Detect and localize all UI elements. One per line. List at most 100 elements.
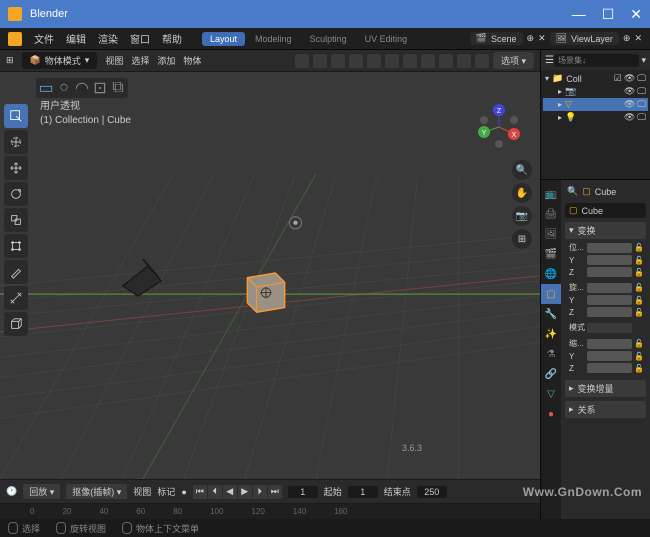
disable-icon[interactable]: 🖵 bbox=[637, 99, 646, 110]
delta-transform-header[interactable]: ▸变换增量 bbox=[565, 380, 646, 397]
disable-icon[interactable]: 🖵 bbox=[637, 86, 646, 97]
editor-type-icon[interactable]: ⊞ bbox=[6, 55, 14, 66]
outliner-collection-row[interactable]: ▾ 📁 Coll ☑👁🖵 bbox=[543, 72, 648, 85]
new-viewlayer-icon[interactable]: ⊕ bbox=[623, 33, 631, 44]
visibility-icon[interactable]: 👁 bbox=[624, 99, 635, 110]
visibility-icon[interactable]: 👁 bbox=[624, 86, 635, 97]
prop-tab-material[interactable]: ● bbox=[541, 404, 561, 424]
select-circle-icon[interactable]: ○ bbox=[56, 80, 72, 96]
timeline-keying[interactable]: 抠像(插帧) ▾ bbox=[66, 484, 127, 499]
remove-viewlayer-icon[interactable]: ✕ bbox=[634, 33, 642, 44]
lock-icon[interactable]: 🔓 bbox=[634, 283, 642, 292]
auto-keying-icon[interactable]: ● bbox=[181, 487, 186, 497]
menu-file[interactable]: 文件 bbox=[34, 31, 54, 46]
viewport-menu-select[interactable]: 选择 bbox=[131, 54, 149, 67]
disclosure-triangle-icon[interactable]: ▸ bbox=[558, 100, 562, 109]
prop-tab-scene[interactable]: 🎬 bbox=[541, 244, 561, 264]
tool-annotate[interactable] bbox=[4, 260, 28, 284]
prop-tab-output[interactable]: 🖨 bbox=[541, 204, 561, 224]
select-invert-icon[interactable]: ⧉ bbox=[110, 80, 126, 96]
menu-window[interactable]: 窗口 bbox=[130, 31, 150, 46]
new-scene-icon[interactable]: ⊕ bbox=[527, 33, 535, 44]
prop-tab-render[interactable]: 📺 bbox=[541, 184, 561, 204]
lock-icon[interactable]: 🔓 bbox=[634, 243, 642, 252]
tool-cursor[interactable] bbox=[4, 130, 28, 154]
tab-modeling[interactable]: Modeling bbox=[247, 32, 300, 46]
pivot-icon[interactable] bbox=[313, 54, 327, 68]
pan-icon[interactable]: ✋ bbox=[512, 183, 532, 203]
jump-end-icon[interactable]: ⏭ bbox=[268, 485, 282, 499]
tab-layout[interactable]: Layout bbox=[202, 32, 245, 46]
prop-tab-world[interactable]: 🌐 bbox=[541, 264, 561, 284]
tool-move[interactable] bbox=[4, 156, 28, 180]
cube-object[interactable] bbox=[238, 259, 294, 315]
camera-object[interactable] bbox=[113, 251, 173, 306]
jump-start-icon[interactable]: ⏮ bbox=[193, 485, 207, 499]
rotation-z-field[interactable] bbox=[587, 307, 632, 317]
viewlayer-selector[interactable]: 🖼 ViewLayer bbox=[550, 32, 619, 45]
blender-icon[interactable] bbox=[8, 32, 22, 46]
tool-add-cube[interactable] bbox=[4, 312, 28, 336]
menu-render[interactable]: 渲染 bbox=[98, 31, 118, 46]
tool-rotate[interactable] bbox=[4, 182, 28, 206]
zoom-icon[interactable]: 🔍 bbox=[512, 160, 532, 180]
prop-tab-object[interactable]: ▢ bbox=[541, 284, 561, 304]
prev-keyframe-icon[interactable]: ⏴ bbox=[208, 485, 222, 499]
orientation-icon[interactable] bbox=[295, 54, 309, 68]
prop-tab-particles[interactable]: ✨ bbox=[541, 324, 561, 344]
viewport-options[interactable]: 选项 ▾ bbox=[493, 52, 534, 69]
start-frame-field[interactable]: 1 bbox=[348, 486, 378, 498]
menu-edit[interactable]: 编辑 bbox=[66, 31, 86, 46]
disable-icon[interactable]: 🖵 bbox=[637, 73, 646, 84]
maximize-button[interactable]: ☐ bbox=[602, 6, 615, 23]
location-y-field[interactable] bbox=[587, 255, 632, 265]
tab-sculpting[interactable]: Sculpting bbox=[302, 32, 355, 46]
minimize-button[interactable]: — bbox=[572, 6, 586, 23]
shading-rendered-icon[interactable] bbox=[475, 54, 489, 68]
outliner-camera-row[interactable]: ▸ 📷 👁🖵 bbox=[543, 85, 648, 98]
select-lasso-icon[interactable]: ◠ bbox=[74, 80, 90, 96]
close-button[interactable]: ✕ bbox=[630, 6, 642, 23]
timeline-ruler[interactable]: 020406080100120140160 bbox=[0, 503, 540, 519]
relations-header[interactable]: ▸关系 bbox=[565, 401, 646, 418]
xray-icon[interactable] bbox=[403, 54, 417, 68]
timeline-editor-icon[interactable]: 🕐 bbox=[6, 486, 17, 497]
exclude-icon[interactable]: ☑ bbox=[614, 73, 622, 84]
unlink-scene-icon[interactable]: ✕ bbox=[538, 33, 546, 44]
shading-solid-icon[interactable] bbox=[439, 54, 453, 68]
lock-icon[interactable]: 🔓 bbox=[634, 339, 642, 348]
disclosure-triangle-icon[interactable]: ▸ bbox=[558, 87, 562, 96]
tool-transform[interactable] bbox=[4, 234, 28, 258]
prop-tab-constraints[interactable]: 🔗 bbox=[541, 364, 561, 384]
outliner-cube-row[interactable]: ▸ ▽ 👁🖵 bbox=[543, 98, 648, 111]
overlay-toggle-icon[interactable] bbox=[385, 54, 399, 68]
timeline-playback[interactable]: 回放 ▾ bbox=[23, 484, 60, 499]
current-frame-field[interactable]: 1 bbox=[288, 486, 318, 498]
viewport-menu-add[interactable]: 添加 bbox=[157, 54, 175, 67]
tool-measure[interactable] bbox=[4, 286, 28, 310]
filter-icon[interactable]: ▾ bbox=[641, 55, 646, 66]
scale-z-field[interactable] bbox=[587, 363, 632, 373]
camera-view-icon[interactable]: 📷 bbox=[512, 206, 532, 226]
timeline-marker-menu[interactable]: 标记 bbox=[157, 485, 175, 498]
tab-uv-editing[interactable]: UV Editing bbox=[357, 32, 416, 46]
tool-select-box[interactable] bbox=[4, 104, 28, 128]
lock-icon[interactable]: 🔓 bbox=[634, 268, 642, 277]
search-icon[interactable]: 🔍 bbox=[567, 186, 578, 197]
scale-y-field[interactable] bbox=[587, 351, 632, 361]
end-frame-field[interactable]: 250 bbox=[417, 486, 447, 498]
gizmo-toggle-icon[interactable] bbox=[367, 54, 381, 68]
rotation-mode-field[interactable] bbox=[587, 323, 632, 333]
play-icon[interactable]: ▶ bbox=[238, 485, 252, 499]
lock-icon[interactable]: 🔓 bbox=[634, 256, 642, 265]
outliner-editor-icon[interactable]: ☰ bbox=[545, 55, 554, 66]
shading-wireframe-icon[interactable] bbox=[421, 54, 435, 68]
object-name-field[interactable]: ▢ Cube bbox=[565, 203, 646, 218]
lock-icon[interactable]: 🔓 bbox=[634, 296, 642, 305]
select-all-icon[interactable]: ⊡ bbox=[92, 80, 108, 96]
scale-x-field[interactable] bbox=[587, 339, 632, 349]
outliner-light-row[interactable]: ▸ 💡 👁🖵 bbox=[543, 111, 648, 124]
lock-icon[interactable]: 🔓 bbox=[634, 308, 642, 317]
next-keyframe-icon[interactable]: ⏵ bbox=[253, 485, 267, 499]
3d-viewport[interactable]: ▭ ○ ◠ ⊡ ⧉ 用户透视 (1) Collection | Cube bbox=[0, 72, 540, 479]
